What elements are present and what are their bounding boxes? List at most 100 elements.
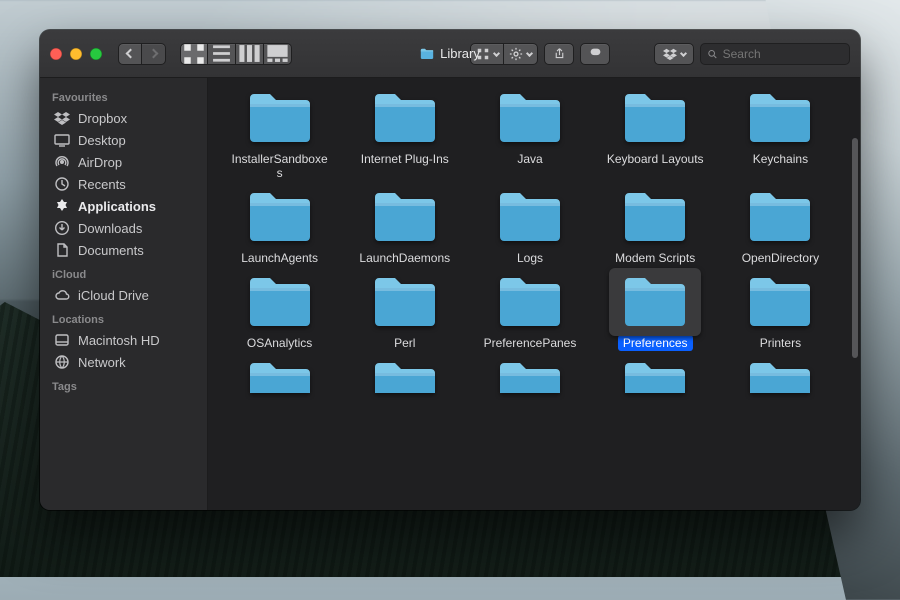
folder-label: Preferences — [618, 335, 693, 351]
folder-item[interactable]: PreferencePanes — [472, 274, 587, 351]
folder-item[interactable]: Modem Scripts — [598, 189, 713, 266]
sidebar-item-recents[interactable]: Recents — [40, 173, 207, 195]
folder-icon — [369, 90, 441, 146]
sidebar-item-label: Dropbox — [78, 111, 127, 126]
folder-item[interactable]: Java — [472, 90, 587, 181]
back-button[interactable] — [118, 43, 142, 65]
folder-item[interactable]: OpenDirectory — [723, 189, 838, 266]
folder-icon — [619, 90, 691, 146]
chevron-down-icon — [526, 50, 533, 57]
folder-item[interactable]: Internet Plug-Ins — [347, 90, 462, 181]
airdrop-icon — [54, 154, 70, 170]
search-field[interactable] — [700, 43, 850, 65]
toolbar-center-group — [470, 43, 610, 65]
sidebar-section-header: iCloud — [40, 261, 207, 284]
folder-item-partial[interactable] — [723, 359, 838, 393]
folder-icon — [619, 274, 691, 330]
folder-item[interactable]: OSAnalytics — [222, 274, 337, 351]
sidebar-item-label: Downloads — [78, 221, 142, 236]
sidebar-section-header: Locations — [40, 306, 207, 329]
sidebar-item-documents[interactable]: Documents — [40, 239, 207, 261]
folder-item[interactable]: Printers — [723, 274, 838, 351]
folder-item-partial[interactable] — [598, 359, 713, 393]
sidebar-item-desktop[interactable]: Desktop — [40, 129, 207, 151]
scrollbar-thumb[interactable] — [852, 138, 858, 358]
folder-item[interactable]: Logs — [472, 189, 587, 266]
folder-label: LaunchDaemons — [354, 250, 455, 266]
sidebar-item-macintosh-hd[interactable]: Macintosh HD — [40, 329, 207, 351]
folder-label: Internet Plug-Ins — [356, 151, 454, 167]
view-gallery-button[interactable] — [264, 43, 292, 65]
forward-button[interactable] — [142, 43, 166, 65]
sidebar-item-downloads[interactable]: Downloads — [40, 217, 207, 239]
folder-icon — [244, 274, 316, 330]
desktop-icon — [54, 132, 70, 148]
folder-icon — [744, 274, 816, 330]
folder-icon — [244, 189, 316, 245]
folder-icon — [369, 359, 441, 393]
folder-item-partial[interactable] — [472, 359, 587, 393]
sidebar-item-label: AirDrop — [78, 155, 122, 170]
folder-item[interactable]: LaunchAgents — [222, 189, 337, 266]
content-area: InstallerSandboxes Internet Plug-Ins Java K… — [208, 78, 860, 510]
recents-icon — [54, 176, 70, 192]
search-input[interactable] — [723, 47, 843, 61]
dropbox-icon — [54, 110, 70, 126]
folder-item[interactable]: LaunchDaemons — [347, 189, 462, 266]
folder-label: PreferencePanes — [479, 335, 582, 351]
folder-label: Logs — [512, 250, 548, 266]
sidebar-item-label: Desktop — [78, 133, 126, 148]
column-view-icon — [236, 40, 263, 67]
share-button[interactable] — [544, 43, 574, 65]
gear-icon — [509, 47, 523, 61]
view-list-button[interactable] — [208, 43, 236, 65]
sidebar-item-airdrop[interactable]: AirDrop — [40, 151, 207, 173]
close-window-button[interactable] — [50, 48, 62, 60]
folder-item[interactable]: InstallerSandboxes — [222, 90, 337, 181]
sidebar-item-label: Network — [78, 355, 126, 370]
folder-item[interactable]: Perl — [347, 274, 462, 351]
sidebar-item-label: Documents — [78, 243, 144, 258]
folder-item-partial[interactable] — [347, 359, 462, 393]
zoom-window-button[interactable] — [90, 48, 102, 60]
finder-window: Library — [40, 30, 860, 510]
tags-button[interactable] — [580, 43, 610, 65]
titlebar: Library — [40, 30, 860, 78]
folder-item[interactable]: Keychains — [723, 90, 838, 181]
folder-label: Printers — [755, 335, 806, 351]
folder-icon — [369, 189, 441, 245]
gallery-view-icon — [264, 40, 291, 67]
folder-label: Java — [512, 151, 547, 167]
downloads-icon — [54, 220, 70, 236]
sidebar-item-dropbox[interactable]: Dropbox — [40, 107, 207, 129]
folder-item[interactable]: Keyboard Layouts — [598, 90, 713, 181]
sidebar: Favourites Dropbox Desktop AirDrop RecentsAp… — [40, 78, 208, 510]
folder-label: Keychains — [748, 151, 813, 167]
sidebar-item-applications[interactable]: Applications — [40, 195, 207, 217]
folder-grid[interactable]: InstallerSandboxes Internet Plug-Ins Java K… — [208, 78, 852, 510]
folder-label: LaunchAgents — [236, 250, 323, 266]
folder-item-partial[interactable] — [222, 359, 337, 393]
action-menu-button[interactable] — [504, 43, 538, 65]
icloud-icon — [54, 287, 70, 303]
view-columns-button[interactable] — [236, 43, 264, 65]
dropbox-menu-button[interactable] — [654, 43, 694, 65]
view-icons-button[interactable] — [180, 43, 208, 65]
folder-icon — [244, 359, 316, 393]
sidebar-section-header: Favourites — [40, 84, 207, 107]
arrange-menu-button[interactable] — [470, 43, 504, 65]
minimize-window-button[interactable] — [70, 48, 82, 60]
search-icon — [707, 48, 718, 60]
window-body: Favourites Dropbox Desktop AirDrop RecentsAp… — [40, 78, 860, 510]
sidebar-item-network[interactable]: Network — [40, 351, 207, 373]
folder-icon — [744, 90, 816, 146]
folder-item[interactable]: Preferences — [598, 274, 713, 351]
folder-label: OSAnalytics — [242, 335, 317, 351]
sidebar-item-label: Macintosh HD — [78, 333, 160, 348]
window-controls — [50, 48, 102, 60]
chevron-down-icon — [492, 50, 499, 57]
disk-icon — [54, 332, 70, 348]
sidebar-item-icloud-drive[interactable]: iCloud Drive — [40, 284, 207, 306]
folder-icon — [369, 274, 441, 330]
tag-icon — [589, 47, 602, 60]
